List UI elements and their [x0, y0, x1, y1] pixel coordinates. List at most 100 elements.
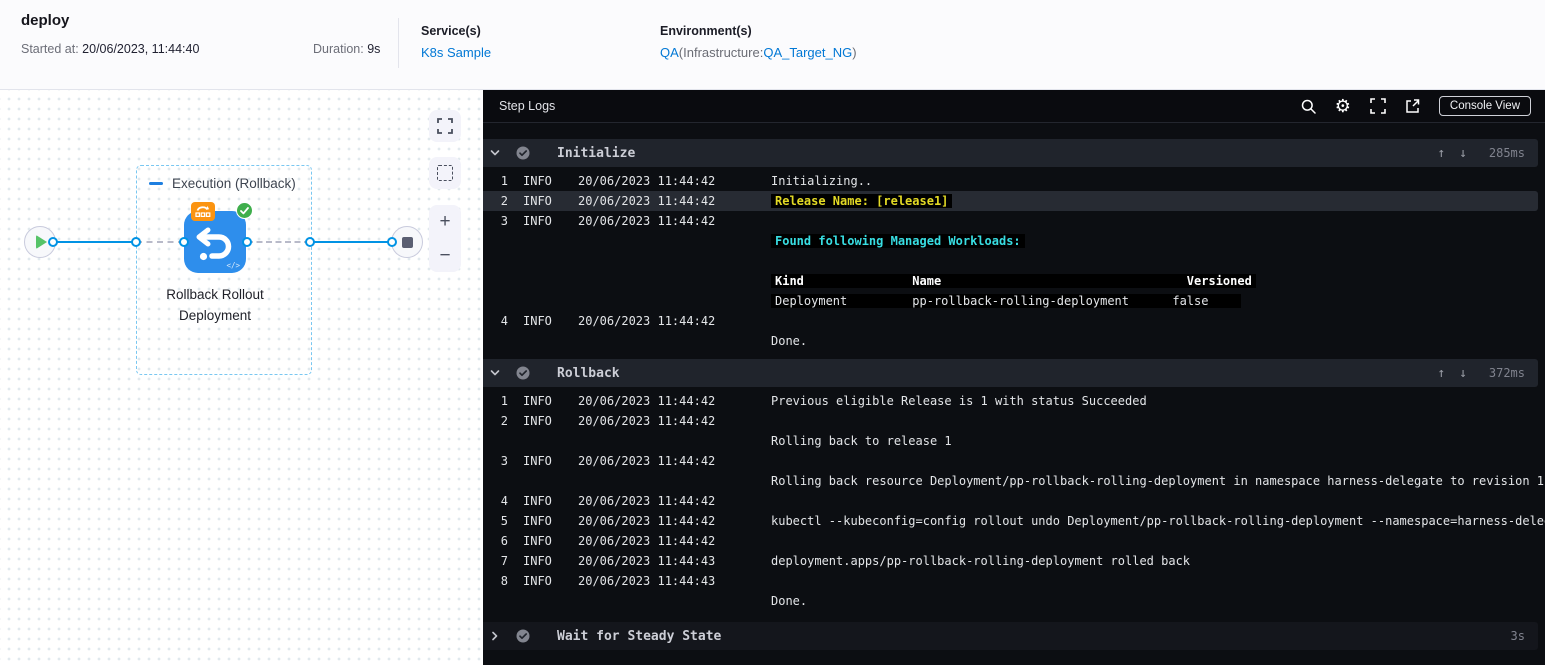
connector-point: [179, 237, 189, 247]
log-level: INFO: [523, 454, 552, 468]
chevron-down-icon[interactable]: [489, 147, 503, 159]
status-success-icon: [516, 146, 530, 160]
scroll-to-bottom-icon[interactable]: ↓: [1459, 366, 1467, 381]
log-level: INFO: [523, 214, 552, 228]
log-row: 4 INFO 20/06/2023 11:44:42: [483, 311, 1545, 331]
duration: Duration: 9s: [313, 42, 380, 56]
started-value: 20/06/2023, 11:44:40: [82, 42, 200, 56]
environments-block: Environment(s) QA(Infrastructure:QA_Targ…: [660, 24, 857, 62]
scroll-to-top-icon[interactable]: ↑: [1437, 146, 1445, 161]
log-section: Rollback ↑ ↓ 372ms 1 INFO 20/06/2023 11:44:42 P…: [483, 359, 1545, 616]
log-level: INFO: [523, 554, 552, 568]
console-view-button[interactable]: Console View: [1438, 96, 1531, 116]
fullscreen-icon: [437, 118, 453, 134]
connector-point: [305, 237, 315, 247]
log-level: INFO: [523, 534, 552, 548]
connector-point: [242, 237, 252, 247]
log-level: INFO: [523, 574, 552, 588]
log-timestamp: 20/06/2023 11:44:42: [578, 174, 716, 188]
pipeline-canvas[interactable]: Execution (Rollback) </> Rollback Rollou…: [0, 90, 483, 665]
header-divider: [398, 18, 399, 68]
open-in-new-tab-icon[interactable]: [1405, 98, 1420, 114]
log-message: kubectl --kubeconfig=config rollout undo…: [771, 514, 1545, 528]
log-level: INFO: [523, 314, 552, 328]
section-label: Rollback: [557, 365, 620, 381]
log-message: Found following Managed Workloads:: [771, 234, 1025, 248]
code-glyph: </>: [226, 261, 240, 270]
execution-header: deploy Started at: 20/06/2023, 11:44:40 …: [0, 0, 1545, 90]
section-duration: 285ms: [1488, 146, 1525, 160]
log-row: 1 INFO 20/06/2023 11:44:42 Previous eligibl…: [483, 391, 1545, 411]
log-row: Found following Managed Workloads:: [483, 231, 1545, 251]
log-section-header[interactable]: Wait for Steady State 3s: [483, 622, 1538, 650]
line-number: 2: [500, 414, 508, 428]
chevron-right-icon[interactable]: [489, 630, 503, 642]
log-level: INFO: [523, 414, 552, 428]
log-row: 2 INFO 20/06/2023 11:44:42: [483, 411, 1545, 431]
line-number: 3: [500, 454, 508, 468]
canvas-select-button[interactable]: [429, 157, 461, 189]
log-row: 3 INFO 20/06/2023 11:44:42: [483, 451, 1545, 471]
chevron-down-icon[interactable]: [489, 367, 503, 379]
log-message: Rolling back resource Deployment/pp-roll…: [771, 474, 1545, 488]
section-controls: 3s: [1481, 629, 1525, 643]
gear-icon[interactable]: ⚙: [1335, 97, 1351, 115]
service-link[interactable]: K8s Sample: [421, 45, 491, 60]
started-at: Started at: 20/06/2023, 11:44:40: [21, 42, 199, 56]
log-timestamp: 20/06/2023 11:44:42: [578, 314, 716, 328]
zoom-out-button[interactable]: −: [439, 246, 450, 265]
services-label: Service(s): [421, 24, 481, 38]
rolling-deployment-badge-icon: [191, 202, 215, 221]
line-number: 7: [500, 554, 508, 568]
scroll-to-bottom-icon[interactable]: ↓: [1459, 146, 1467, 161]
collapse-group-icon[interactable]: [149, 182, 163, 185]
log-message: Done.: [771, 334, 808, 348]
log-section-header[interactable]: Rollback ↑ ↓ 372ms: [483, 359, 1538, 387]
rollback-step-node[interactable]: </>: [184, 202, 253, 273]
log-level: INFO: [523, 174, 552, 188]
search-icon[interactable]: [1301, 99, 1316, 114]
line-number: 6: [500, 534, 508, 548]
log-message: deployment.apps/pp-rollback-rolling-depl…: [771, 554, 1191, 568]
log-row: 6 INFO 20/06/2023 11:44:42: [483, 531, 1545, 551]
environment-suffix: ): [852, 45, 857, 60]
scroll-to-top-icon[interactable]: ↑: [1437, 366, 1445, 381]
log-body[interactable]: Initialize ↑ ↓ 285ms 1 INFO 20/06/2023 11:44:4…: [483, 123, 1545, 665]
canvas-zoom-controls: + −: [429, 205, 461, 272]
log-level: INFO: [523, 194, 552, 208]
zoom-in-button[interactable]: +: [439, 212, 450, 231]
expand-fullscreen-icon[interactable]: [1370, 98, 1386, 114]
log-level: INFO: [523, 494, 552, 508]
section-label: Wait for Steady State: [557, 628, 722, 644]
line-number: 1: [500, 394, 508, 408]
log-row: Rolling back to release 1: [483, 431, 1545, 451]
stop-icon: [401, 236, 413, 248]
started-label: Started at:: [21, 42, 79, 56]
log-level: INFO: [523, 514, 552, 528]
log-section: Initialize ↑ ↓ 285ms 1 INFO 20/06/2023 11:44:4…: [483, 139, 1545, 356]
section-controls: ↑ ↓ 285ms: [1437, 146, 1525, 161]
duration-value: 9s: [367, 42, 381, 56]
canvas-fullscreen-button[interactable]: [429, 110, 461, 142]
log-timestamp: 20/06/2023 11:44:42: [578, 214, 716, 228]
line-number: 8: [500, 574, 508, 588]
line-number: 5: [500, 514, 508, 528]
environment-link[interactable]: QA: [660, 45, 679, 60]
log-level: INFO: [523, 394, 552, 408]
log-message: Deployment pp-rollback-rolling-deploymen…: [771, 294, 1242, 308]
log-row: 8 INFO 20/06/2023 11:44:43: [483, 571, 1545, 591]
log-timestamp: 20/06/2023 11:44:42: [578, 414, 716, 428]
environment-infra-label: (Infrastructure:: [678, 45, 764, 60]
log-timestamp: 20/06/2023 11:44:42: [578, 514, 716, 528]
infrastructure-link[interactable]: QA_Target_NG: [763, 45, 852, 60]
duration-label: Duration:: [313, 42, 364, 56]
log-message: Previous eligible Release is 1 with stat…: [771, 394, 1147, 408]
line-number: 1: [500, 174, 508, 188]
section-duration: 372ms: [1488, 366, 1525, 380]
log-section-header[interactable]: Initialize ↑ ↓ 285ms: [483, 139, 1538, 167]
connector-point: [387, 237, 397, 247]
log-message: Release Name: [release1]: [771, 194, 953, 208]
log-row: 2 INFO 20/06/2023 11:44:42 Release Name: [r…: [483, 191, 1538, 211]
log-timestamp: 20/06/2023 11:44:42: [578, 454, 716, 468]
edge-group-to-end: [310, 241, 392, 243]
